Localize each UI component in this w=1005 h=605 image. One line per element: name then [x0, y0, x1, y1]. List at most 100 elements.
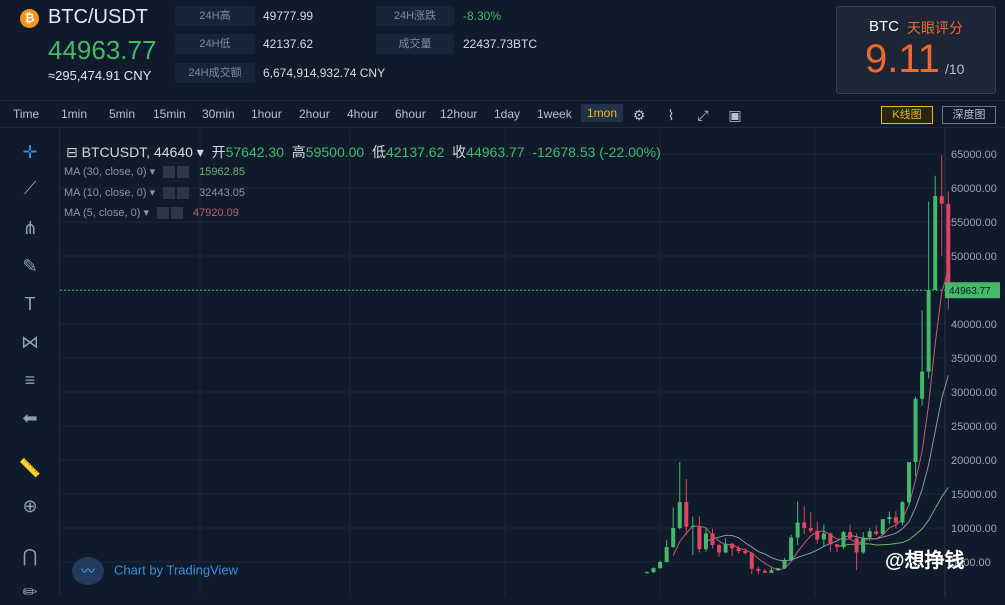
candle-body	[900, 502, 905, 523]
tradingview-logo-icon: 〰	[72, 557, 104, 585]
candle-body	[939, 196, 944, 204]
pair-title: BTC/USDT	[48, 6, 148, 28]
stat-label-change: 24H涨跌	[376, 6, 454, 26]
ma-row-5: MA (5, close, 0) ▾ 47920.09	[64, 207, 239, 220]
price-tick-label: 30000.00	[951, 387, 997, 399]
ma-close-icon[interactable]	[177, 166, 190, 179]
ma-settings-icon[interactable]	[163, 187, 176, 200]
candle-body	[690, 525, 695, 527]
candle-body	[802, 522, 807, 528]
candle-body	[808, 528, 813, 531]
interval-1hour[interactable]: 1hour	[251, 107, 282, 121]
interval-30min[interactable]: 30min	[202, 107, 235, 121]
candle-body	[920, 371, 925, 399]
candle-body	[776, 568, 780, 571]
stat-label-high: 24H高	[175, 6, 255, 26]
candle-body	[861, 537, 866, 553]
pencil-lock-icon[interactable]: ✏	[17, 579, 43, 605]
crosshair-icon[interactable]: ✛	[17, 139, 43, 165]
brush-icon[interactable]: ✎	[17, 253, 43, 279]
legend-symbol[interactable]: BTCUSDT, 44640	[82, 144, 193, 160]
indicator-chart-icon[interactable]: ⌇	[662, 106, 680, 124]
trend-line-icon[interactable]: ⟋	[17, 175, 43, 201]
candle-body	[749, 553, 754, 569]
interval-toolbar: Time 1min 5min 15min 30min 1hour 2hour 4…	[0, 100, 1005, 128]
watermark: @想挣钱	[885, 550, 965, 572]
rating-denominator: /10	[945, 61, 965, 77]
tradingview-credit[interactable]: 〰 Chart by TradingView	[72, 557, 238, 585]
candle-body	[874, 531, 879, 535]
interval-6hour[interactable]: 6hour	[395, 107, 426, 121]
interval-1min[interactable]: 1min	[61, 107, 87, 121]
ma-settings-icon[interactable]	[157, 207, 169, 220]
depth-button[interactable]: 深度图	[942, 106, 996, 124]
candle-body	[723, 543, 728, 553]
price-tick-label: 10000.00	[951, 523, 997, 535]
interval-1week[interactable]: 1week	[537, 107, 572, 121]
legend-close: 44963.77	[466, 144, 525, 160]
interval-15min[interactable]: 15min	[153, 107, 186, 121]
fullscreen-icon[interactable]: ⤢	[694, 106, 712, 124]
pitchfork-icon[interactable]: ⋔	[17, 215, 43, 241]
candle-body	[664, 547, 669, 562]
interval-time[interactable]: Time	[13, 107, 39, 121]
candle-body	[946, 204, 951, 291]
candle-body	[887, 517, 892, 520]
ma30-line	[836, 487, 949, 548]
last-price-tag-text: 44963.77	[949, 286, 991, 297]
ma-settings-icon[interactable]	[163, 166, 176, 179]
legend-high: 59500.00	[305, 144, 365, 160]
pattern-icon[interactable]: ⋈	[17, 329, 43, 355]
settings-gear-icon[interactable]: ⚙	[630, 106, 648, 124]
ma30-path	[836, 487, 949, 548]
interval-5min[interactable]: 5min	[109, 107, 135, 121]
candlestick-chart[interactable]: 65000.0060000.0055000.0050000.0045000.00…	[60, 129, 1005, 597]
interval-12hour[interactable]: 12hour	[440, 107, 477, 121]
candle-body	[933, 196, 938, 290]
price-tick-label: 65000.00	[951, 149, 997, 161]
ma-row-10: MA (10, close, 0) ▾ 32443.05	[64, 187, 246, 200]
fib-retracement-icon[interactable]: ≡	[17, 367, 43, 393]
rating-coin: BTC	[869, 18, 899, 35]
ruler-icon[interactable]: 📏	[17, 455, 43, 481]
price-tick-label: 50000.00	[951, 251, 997, 263]
save-screenshot-icon[interactable]: ▣	[726, 106, 744, 124]
stat-label-low: 24H低	[175, 34, 255, 54]
interval-1day[interactable]: 1day	[494, 107, 520, 121]
ma-close-icon[interactable]	[171, 207, 183, 220]
stat-label-volume: 成交量	[376, 34, 454, 54]
price-axis: 65000.0060000.0055000.0050000.0045000.00…	[951, 149, 997, 569]
candle-body	[697, 525, 702, 550]
ma-close-icon[interactable]	[177, 187, 190, 200]
price-tick-label: 35000.00	[951, 353, 997, 365]
candle-body	[815, 530, 820, 540]
text-tool-icon[interactable]: T	[17, 291, 43, 317]
legend-open: 57642.30	[225, 144, 285, 160]
interval-2hour[interactable]: 2hour	[299, 107, 330, 121]
candle-body	[717, 545, 722, 553]
interval-1mon[interactable]: 1mon	[581, 104, 624, 122]
candle-body	[671, 528, 676, 548]
kline-button[interactable]: K线图	[881, 106, 933, 124]
candle-body	[769, 570, 774, 573]
magnet-icon[interactable]: ⋂	[17, 543, 43, 569]
candle-body	[658, 562, 663, 569]
candle-body	[907, 462, 911, 503]
ohlc-legend: ⊟ BTCUSDT, 44640 ▾ 开57642.30 高59500.00 低…	[66, 144, 661, 160]
legend-change: -12678.53 (-22.00%)	[532, 144, 661, 160]
price-tick-label: 25000.00	[951, 421, 997, 433]
market-header: ₿ BTC/USDT 44963.77 ≈295,474.91 CNY 24H高…	[0, 0, 1005, 100]
price-tick-label: 20000.00	[951, 455, 997, 467]
price-tick-label: 40000.00	[951, 319, 997, 331]
candle-body	[762, 570, 767, 573]
candle-body	[703, 533, 708, 550]
stat-value-volume: 22437.73BTC	[463, 37, 538, 51]
back-arrow-icon[interactable]: ⬅	[17, 405, 43, 431]
candle-body	[645, 572, 649, 574]
rating-card: BTC 天眼评分 9.11 /10	[836, 6, 996, 94]
interval-4hour[interactable]: 4hour	[347, 107, 378, 121]
candle-body	[795, 522, 800, 538]
legend-collapse-icon[interactable]: ⊟	[66, 144, 78, 160]
zoom-in-icon[interactable]: ⊕	[17, 493, 43, 519]
candle-body	[821, 533, 826, 540]
